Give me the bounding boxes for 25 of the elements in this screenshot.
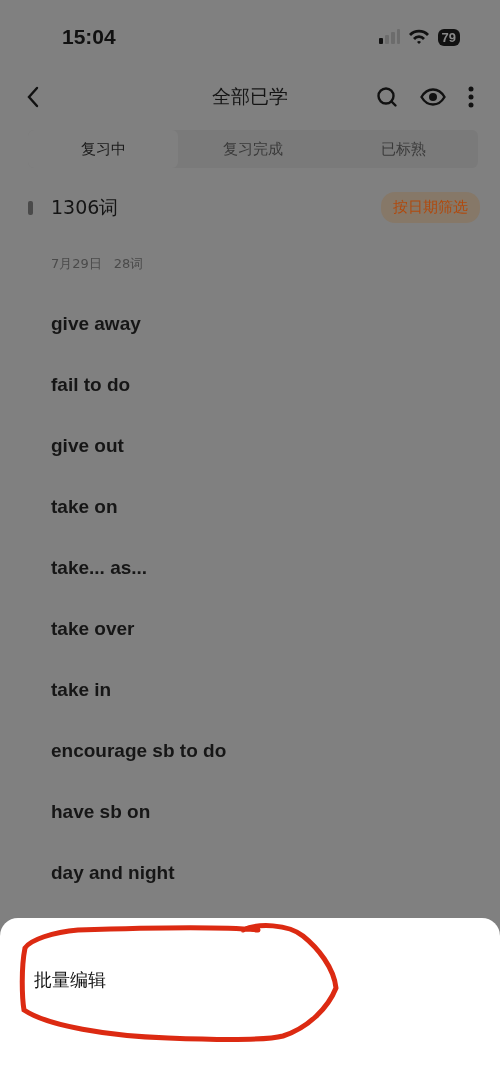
tab[interactable]: 复习完成: [178, 130, 328, 168]
word-item[interactable]: take over: [51, 598, 500, 659]
word-item[interactable]: day and night: [51, 842, 500, 903]
sheet-option[interactable]: 批量编辑: [34, 968, 106, 992]
wifi-icon: [407, 29, 430, 45]
more-icon[interactable]: [468, 86, 474, 108]
signal-icon: [377, 29, 400, 45]
section-marker: [28, 200, 33, 215]
page-title: 全部已学: [212, 84, 288, 109]
battery-level: 79: [437, 28, 460, 46]
search-icon[interactable]: [376, 86, 398, 108]
status-time: 15:04: [62, 25, 116, 49]
tab[interactable]: 复习中: [28, 130, 178, 168]
word-item[interactable]: have sb on: [51, 781, 500, 842]
word-count: 1306词: [51, 194, 119, 220]
word-item[interactable]: fail to do: [51, 354, 500, 415]
word-item[interactable]: take... as...: [51, 537, 500, 598]
eye-icon[interactable]: [420, 88, 446, 106]
tab[interactable]: 已标熟: [328, 130, 478, 168]
word-item[interactable]: give out: [51, 415, 500, 476]
word-item[interactable]: give away: [51, 293, 500, 354]
word-item[interactable]: encourage sb to do: [51, 720, 500, 781]
word-item[interactable]: take on: [51, 476, 500, 537]
back-icon[interactable]: [26, 86, 40, 108]
word-item[interactable]: take in: [51, 659, 500, 720]
